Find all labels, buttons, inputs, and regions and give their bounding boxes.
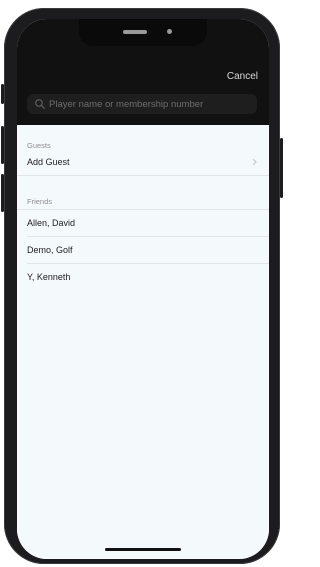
add-guest-row[interactable]: Add Guest [17, 149, 269, 175]
chevron-right-icon [252, 158, 257, 166]
friend-name: Demo, Golf [27, 245, 73, 255]
power-button [280, 138, 283, 198]
speaker-grille [123, 30, 147, 34]
divider [17, 175, 269, 176]
volume-up-button [1, 126, 4, 164]
cancel-button[interactable]: Cancel [227, 71, 258, 82]
notch [79, 19, 207, 46]
friend-row[interactable]: Y, Kenneth [17, 264, 269, 290]
friend-name: Y, Kenneth [27, 272, 71, 282]
search-icon [35, 99, 45, 109]
section-header-friends: Friends [27, 197, 53, 206]
friend-row[interactable]: Allen, David [17, 210, 269, 236]
friend-name: Allen, David [27, 218, 76, 228]
search-bar[interactable] [27, 94, 257, 114]
add-guest-label: Add Guest [27, 157, 70, 167]
front-camera [167, 29, 172, 34]
volume-down-button [1, 174, 4, 212]
phone-screen: Cancel Guests Add Guest Friends Allen, D… [17, 19, 269, 559]
mute-switch [1, 84, 4, 104]
friend-row[interactable]: Demo, Golf [17, 237, 269, 263]
home-indicator[interactable] [105, 548, 181, 551]
header-bar: Cancel [17, 19, 269, 125]
player-list: Guests Add Guest Friends Allen, David De… [17, 125, 269, 559]
search-input[interactable] [49, 98, 249, 110]
